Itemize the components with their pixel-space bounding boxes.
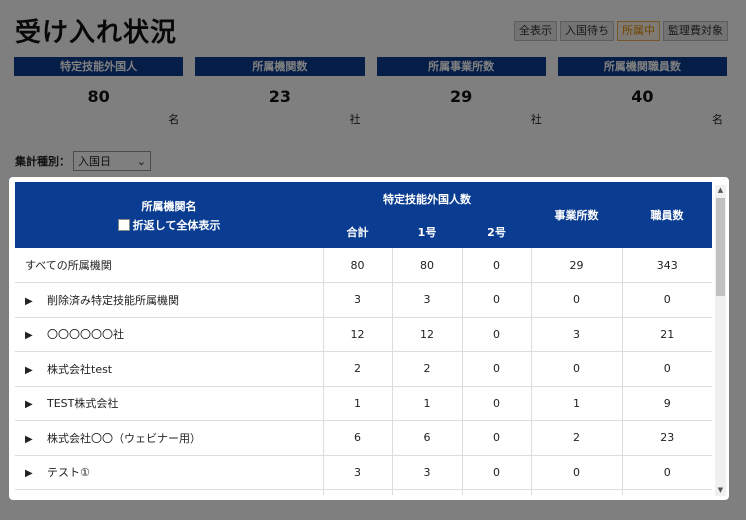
row-org-name: ▶ 〇〇〇〇〇〇社 — [15, 317, 323, 352]
row-total: 3 — [322, 282, 392, 318]
row-no1: 3 — [391, 455, 462, 490]
expand-arrow-icon[interactable]: ▶ — [25, 296, 47, 307]
col-no1: 1号 — [392, 215, 462, 248]
table-row: ▶ 株式会社test 2 2 0 0 0 — [15, 351, 712, 387]
row-no2: 0 — [461, 317, 532, 352]
scroll-down-arrow-icon[interactable]: ▼ — [715, 485, 726, 496]
row-total: 12 — [322, 317, 392, 352]
table-row: ▶ 削除済み特定技能所属機関 3 3 0 0 0 — [15, 282, 712, 318]
expand-arrow-icon[interactable]: ▶ — [25, 399, 47, 410]
table-row: ▶ テスト① 3 3 0 0 0 — [15, 455, 712, 490]
fold-all-label: 折返して全体表示 — [132, 218, 221, 232]
row-offices: 2 — [530, 420, 623, 456]
col-no2: 2号 — [462, 215, 532, 248]
row-staff: 9 — [621, 386, 712, 421]
row-staff: 21 — [621, 317, 712, 352]
row-total: 1 — [322, 386, 392, 421]
row-offices: 0 — [530, 351, 623, 387]
col-total: 合計 — [323, 215, 392, 248]
expand-arrow-icon[interactable]: ▶ — [25, 330, 47, 341]
row-offices: 1 — [530, 386, 623, 421]
table-row — [15, 489, 712, 495]
col-org-name-label: 所属機関名 — [141, 199, 197, 213]
row-no1: 80 — [391, 248, 462, 283]
row-offices: 3 — [530, 317, 623, 352]
row-no2: 0 — [461, 351, 532, 387]
row-org-name: ▶ TEST株式会社 — [15, 386, 323, 421]
scrollbar-thumb[interactable] — [716, 198, 725, 296]
row-staff: 0 — [621, 455, 712, 490]
row-org-name: すべての所属機関 — [15, 248, 323, 283]
row-staff: 343 — [621, 248, 712, 283]
row-org-name: ▶ 株式会社〇〇（ウェビナー用） — [15, 420, 323, 456]
row-staff: 0 — [621, 351, 712, 387]
table-row: すべての所属機関 80 80 0 29 343 — [15, 248, 712, 283]
row-org-name: ▶ テスト① — [15, 455, 323, 490]
expand-arrow-icon[interactable]: ▶ — [25, 434, 47, 445]
row-org-name — [15, 489, 323, 495]
table-row: ▶ 株式会社〇〇（ウェビナー用） 6 6 0 2 23 — [15, 420, 712, 456]
row-org-name: ▶ 株式会社test — [15, 351, 323, 387]
col-org-name: 所属機関名 折返して全体表示 — [15, 182, 323, 248]
scroll-up-arrow-icon[interactable]: ▲ — [715, 185, 726, 196]
row-total: 2 — [322, 351, 392, 387]
row-offices: 29 — [530, 248, 623, 283]
col-staff: 職員数 — [622, 182, 712, 248]
table-row: ▶ TEST株式会社 1 1 0 1 9 — [15, 386, 712, 421]
expand-arrow-icon[interactable]: ▶ — [25, 468, 47, 479]
col-foreign-workers: 特定技能外国人数 — [323, 182, 532, 215]
row-no1: 6 — [391, 420, 462, 456]
org-breakdown-modal: 所属機関名 折返して全体表示 特定技能外国人数 事業所数 職員数 合計 1号 2… — [9, 177, 729, 500]
row-no2: 0 — [461, 282, 532, 318]
row-total: 80 — [322, 248, 392, 283]
row-no2: 0 — [461, 455, 532, 490]
row-staff: 23 — [621, 420, 712, 456]
expand-arrow-icon[interactable]: ▶ — [25, 365, 47, 376]
table-row: ▶ 〇〇〇〇〇〇社 12 12 0 3 21 — [15, 317, 712, 352]
row-total: 3 — [322, 455, 392, 490]
row-no2: 0 — [461, 420, 532, 456]
org-breakdown-table: 所属機関名 折返して全体表示 特定技能外国人数 事業所数 職員数 合計 1号 2… — [15, 182, 712, 495]
modal-scrollbar[interactable]: ▲ ▼ — [715, 185, 726, 496]
row-no2: 0 — [461, 248, 532, 283]
row-no2: 0 — [461, 386, 532, 421]
row-no1: 2 — [391, 351, 462, 387]
row-org-name: ▶ 削除済み特定技能所属機関 — [15, 282, 323, 318]
fold-all-checkbox[interactable] — [117, 218, 130, 231]
row-offices: 0 — [530, 455, 623, 490]
row-offices: 0 — [530, 282, 623, 318]
col-offices: 事業所数 — [531, 182, 623, 248]
row-total: 6 — [322, 420, 392, 456]
row-staff: 0 — [621, 282, 712, 318]
row-no1: 1 — [391, 386, 462, 421]
org-breakdown-table-scroll: 所属機関名 折返して全体表示 特定技能外国人数 事業所数 職員数 合計 1号 2… — [15, 182, 712, 495]
row-no1: 12 — [391, 317, 462, 352]
row-no1: 3 — [391, 282, 462, 318]
